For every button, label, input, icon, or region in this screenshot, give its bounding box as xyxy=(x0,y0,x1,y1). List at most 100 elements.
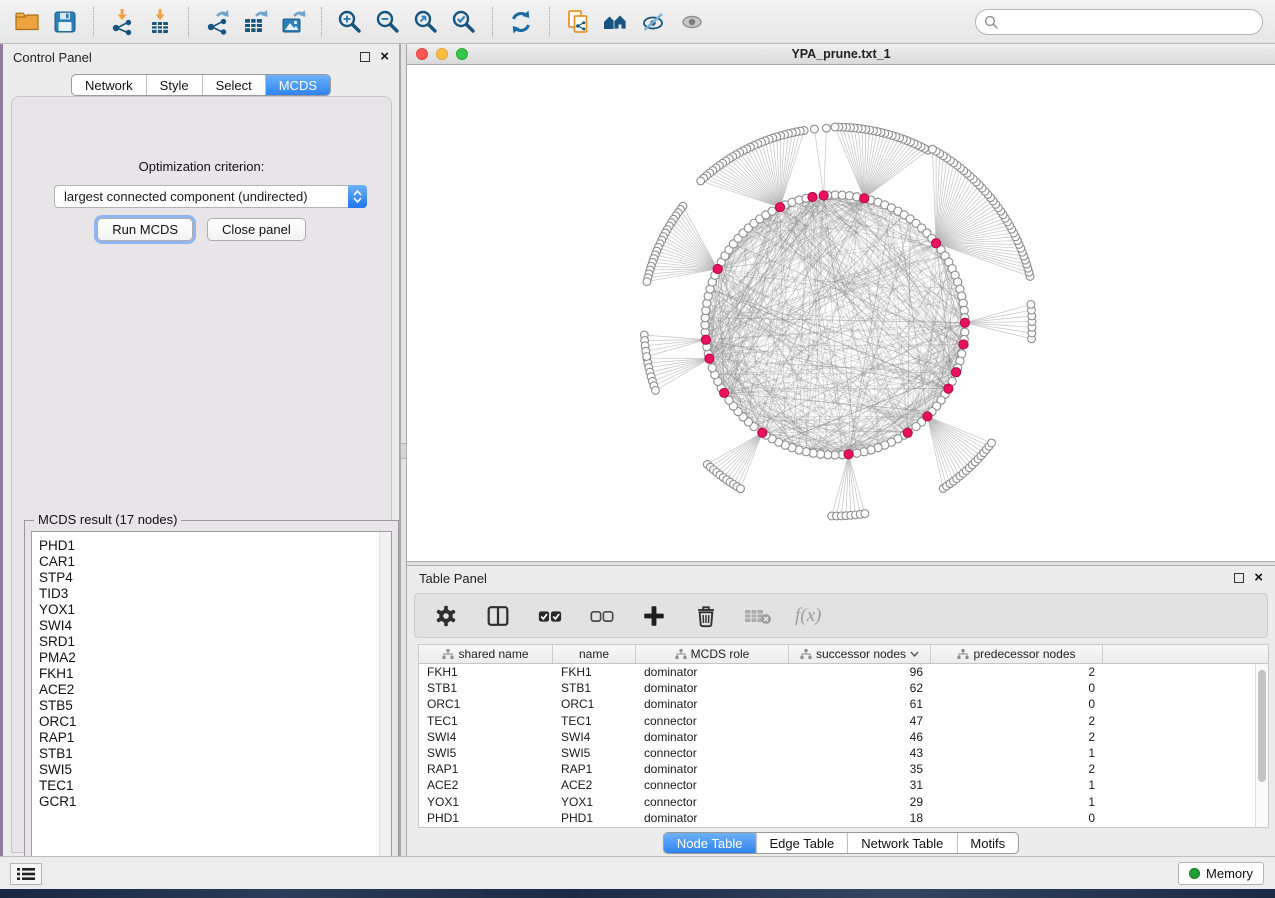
satellite-node[interactable] xyxy=(988,439,996,447)
column-header-mcds-role[interactable]: MCDS role xyxy=(636,645,789,663)
search-field[interactable] xyxy=(975,9,1263,35)
table-cell[interactable]: 46 xyxy=(789,729,931,745)
network-canvas[interactable] xyxy=(407,65,1275,561)
mcds-dominator-node[interactable] xyxy=(944,384,953,393)
satellite-node[interactable] xyxy=(861,510,869,518)
table-cell[interactable]: 18 xyxy=(789,810,931,826)
mcds-dominator-node[interactable] xyxy=(960,318,969,327)
save-session-button[interactable] xyxy=(48,5,82,39)
table-cell[interactable]: 2 xyxy=(931,664,1103,680)
table-row[interactable]: ACE2ACE2connector311 xyxy=(419,777,1268,793)
ring-node[interactable] xyxy=(768,207,776,215)
zoom-in-button[interactable] xyxy=(333,5,367,39)
column-header-shared-name[interactable]: shared name xyxy=(419,645,553,663)
table-cell[interactable]: YOX1 xyxy=(419,794,553,810)
table-row[interactable]: SWI5SWI5connector431 xyxy=(419,745,1268,761)
table-row[interactable]: STB1STB1dominator620 xyxy=(419,680,1268,696)
table-cell[interactable]: ORC1 xyxy=(553,696,636,712)
close-table-panel-icon[interactable]: × xyxy=(1254,573,1263,583)
mcds-dominator-node[interactable] xyxy=(758,428,767,437)
table-settings-button[interactable] xyxy=(431,601,461,631)
tab-style[interactable]: Style xyxy=(147,75,203,95)
zoom-out-button[interactable] xyxy=(371,5,405,39)
mcds-result-item[interactable]: RAP1 xyxy=(32,730,391,746)
table-cell[interactable]: YOX1 xyxy=(553,794,636,810)
mcds-result-list[interactable]: PHD1CAR1STP4TID3YOX1SWI4SRD1PMA2FKH1ACE2… xyxy=(31,531,392,883)
mcds-result-item[interactable]: STB5 xyxy=(32,698,391,714)
table-cell[interactable]: 2 xyxy=(931,729,1103,745)
mcds-result-item[interactable]: TEC1 xyxy=(32,778,391,794)
satellite-node[interactable] xyxy=(929,145,937,153)
create-column-button[interactable] xyxy=(639,601,669,631)
table-cell[interactable]: dominator xyxy=(636,664,789,680)
mcds-result-item[interactable]: PHD1 xyxy=(32,538,391,554)
open-session-button[interactable] xyxy=(10,5,44,39)
table-cell[interactable]: 1 xyxy=(931,794,1103,810)
column-header-predecessor-nodes[interactable]: predecessor nodes xyxy=(931,645,1103,663)
table-cell[interactable]: ORC1 xyxy=(419,696,553,712)
table-cell[interactable]: STB1 xyxy=(419,680,553,696)
tab-motifs[interactable]: Motifs xyxy=(957,833,1018,853)
show-columns-button[interactable] xyxy=(483,601,513,631)
table-cell[interactable]: SWI4 xyxy=(419,729,553,745)
float-table-panel-icon[interactable] xyxy=(1234,573,1244,583)
mcds-dominator-node[interactable] xyxy=(819,191,828,200)
mcds-dominator-node[interactable] xyxy=(860,194,869,203)
deselect-all-button[interactable] xyxy=(587,601,617,631)
table-cell[interactable]: TEC1 xyxy=(553,713,636,729)
table-row[interactable]: PHD1PHD1dominator180 xyxy=(419,810,1268,826)
mcds-result-item[interactable]: FKH1 xyxy=(32,666,391,682)
mcds-dominator-node[interactable] xyxy=(713,264,722,273)
table-cell[interactable]: 29 xyxy=(789,794,931,810)
mcds-dominator-node[interactable] xyxy=(923,412,932,421)
table-cell[interactable]: 2 xyxy=(931,713,1103,729)
apply-layout-button[interactable] xyxy=(504,5,538,39)
table-row[interactable]: ORC1ORC1dominator610 xyxy=(419,696,1268,712)
tab-mcds[interactable]: MCDS xyxy=(266,75,330,95)
mcds-dominator-node[interactable] xyxy=(808,192,817,201)
mcds-dominator-node[interactable] xyxy=(701,335,710,344)
table-cell[interactable]: 2 xyxy=(931,761,1103,777)
satellite-node[interactable] xyxy=(1027,301,1035,309)
table-cell[interactable]: 61 xyxy=(789,696,931,712)
table-cell[interactable]: 0 xyxy=(931,810,1103,826)
mcds-list-scrollbar[interactable] xyxy=(379,532,391,882)
mcds-dominator-node[interactable] xyxy=(720,388,729,397)
export-network-button[interactable] xyxy=(200,5,234,39)
table-cell[interactable]: 35 xyxy=(789,761,931,777)
mcds-result-item[interactable]: GCR1 xyxy=(32,794,391,810)
satellite-node[interactable] xyxy=(811,125,819,133)
table-cell[interactable]: 62 xyxy=(789,680,931,696)
hide-selected-button[interactable] xyxy=(637,5,671,39)
select-all-button[interactable] xyxy=(535,601,565,631)
table-cell[interactable]: dominator xyxy=(636,810,789,826)
table-cell[interactable]: RAP1 xyxy=(419,761,553,777)
satellite-node[interactable] xyxy=(652,386,660,394)
show-all-button[interactable] xyxy=(675,5,709,39)
table-cell[interactable]: connector xyxy=(636,713,789,729)
close-panel-icon[interactable]: × xyxy=(380,52,389,62)
mcds-result-item[interactable]: YOX1 xyxy=(32,602,391,618)
task-history-button[interactable] xyxy=(10,863,42,885)
mcds-result-item[interactable]: SWI5 xyxy=(32,762,391,778)
table-cell[interactable]: 47 xyxy=(789,713,931,729)
table-cell[interactable]: 31 xyxy=(789,777,931,793)
tab-network[interactable]: Network xyxy=(72,75,147,95)
tab-network-table[interactable]: Network Table xyxy=(848,833,957,853)
memory-button[interactable]: Memory xyxy=(1178,862,1264,885)
table-cell[interactable]: connector xyxy=(636,777,789,793)
table-cell[interactable]: dominator xyxy=(636,680,789,696)
mcds-dominator-node[interactable] xyxy=(775,203,784,212)
zoom-selected-button[interactable] xyxy=(447,5,481,39)
mcds-result-item[interactable]: CAR1 xyxy=(32,554,391,570)
satellite-node[interactable] xyxy=(643,353,651,361)
table-cell[interactable]: ACE2 xyxy=(419,777,553,793)
mcds-dominator-node[interactable] xyxy=(705,354,714,363)
satellite-node[interactable] xyxy=(643,278,651,286)
table-row[interactable]: SWI4SWI4dominator462 xyxy=(419,729,1268,745)
mcds-dominator-node[interactable] xyxy=(959,340,968,349)
delete-column-button[interactable] xyxy=(691,601,721,631)
satellite-node[interactable] xyxy=(831,123,839,131)
clone-network-button[interactable] xyxy=(561,5,595,39)
import-network-button[interactable] xyxy=(105,5,139,39)
